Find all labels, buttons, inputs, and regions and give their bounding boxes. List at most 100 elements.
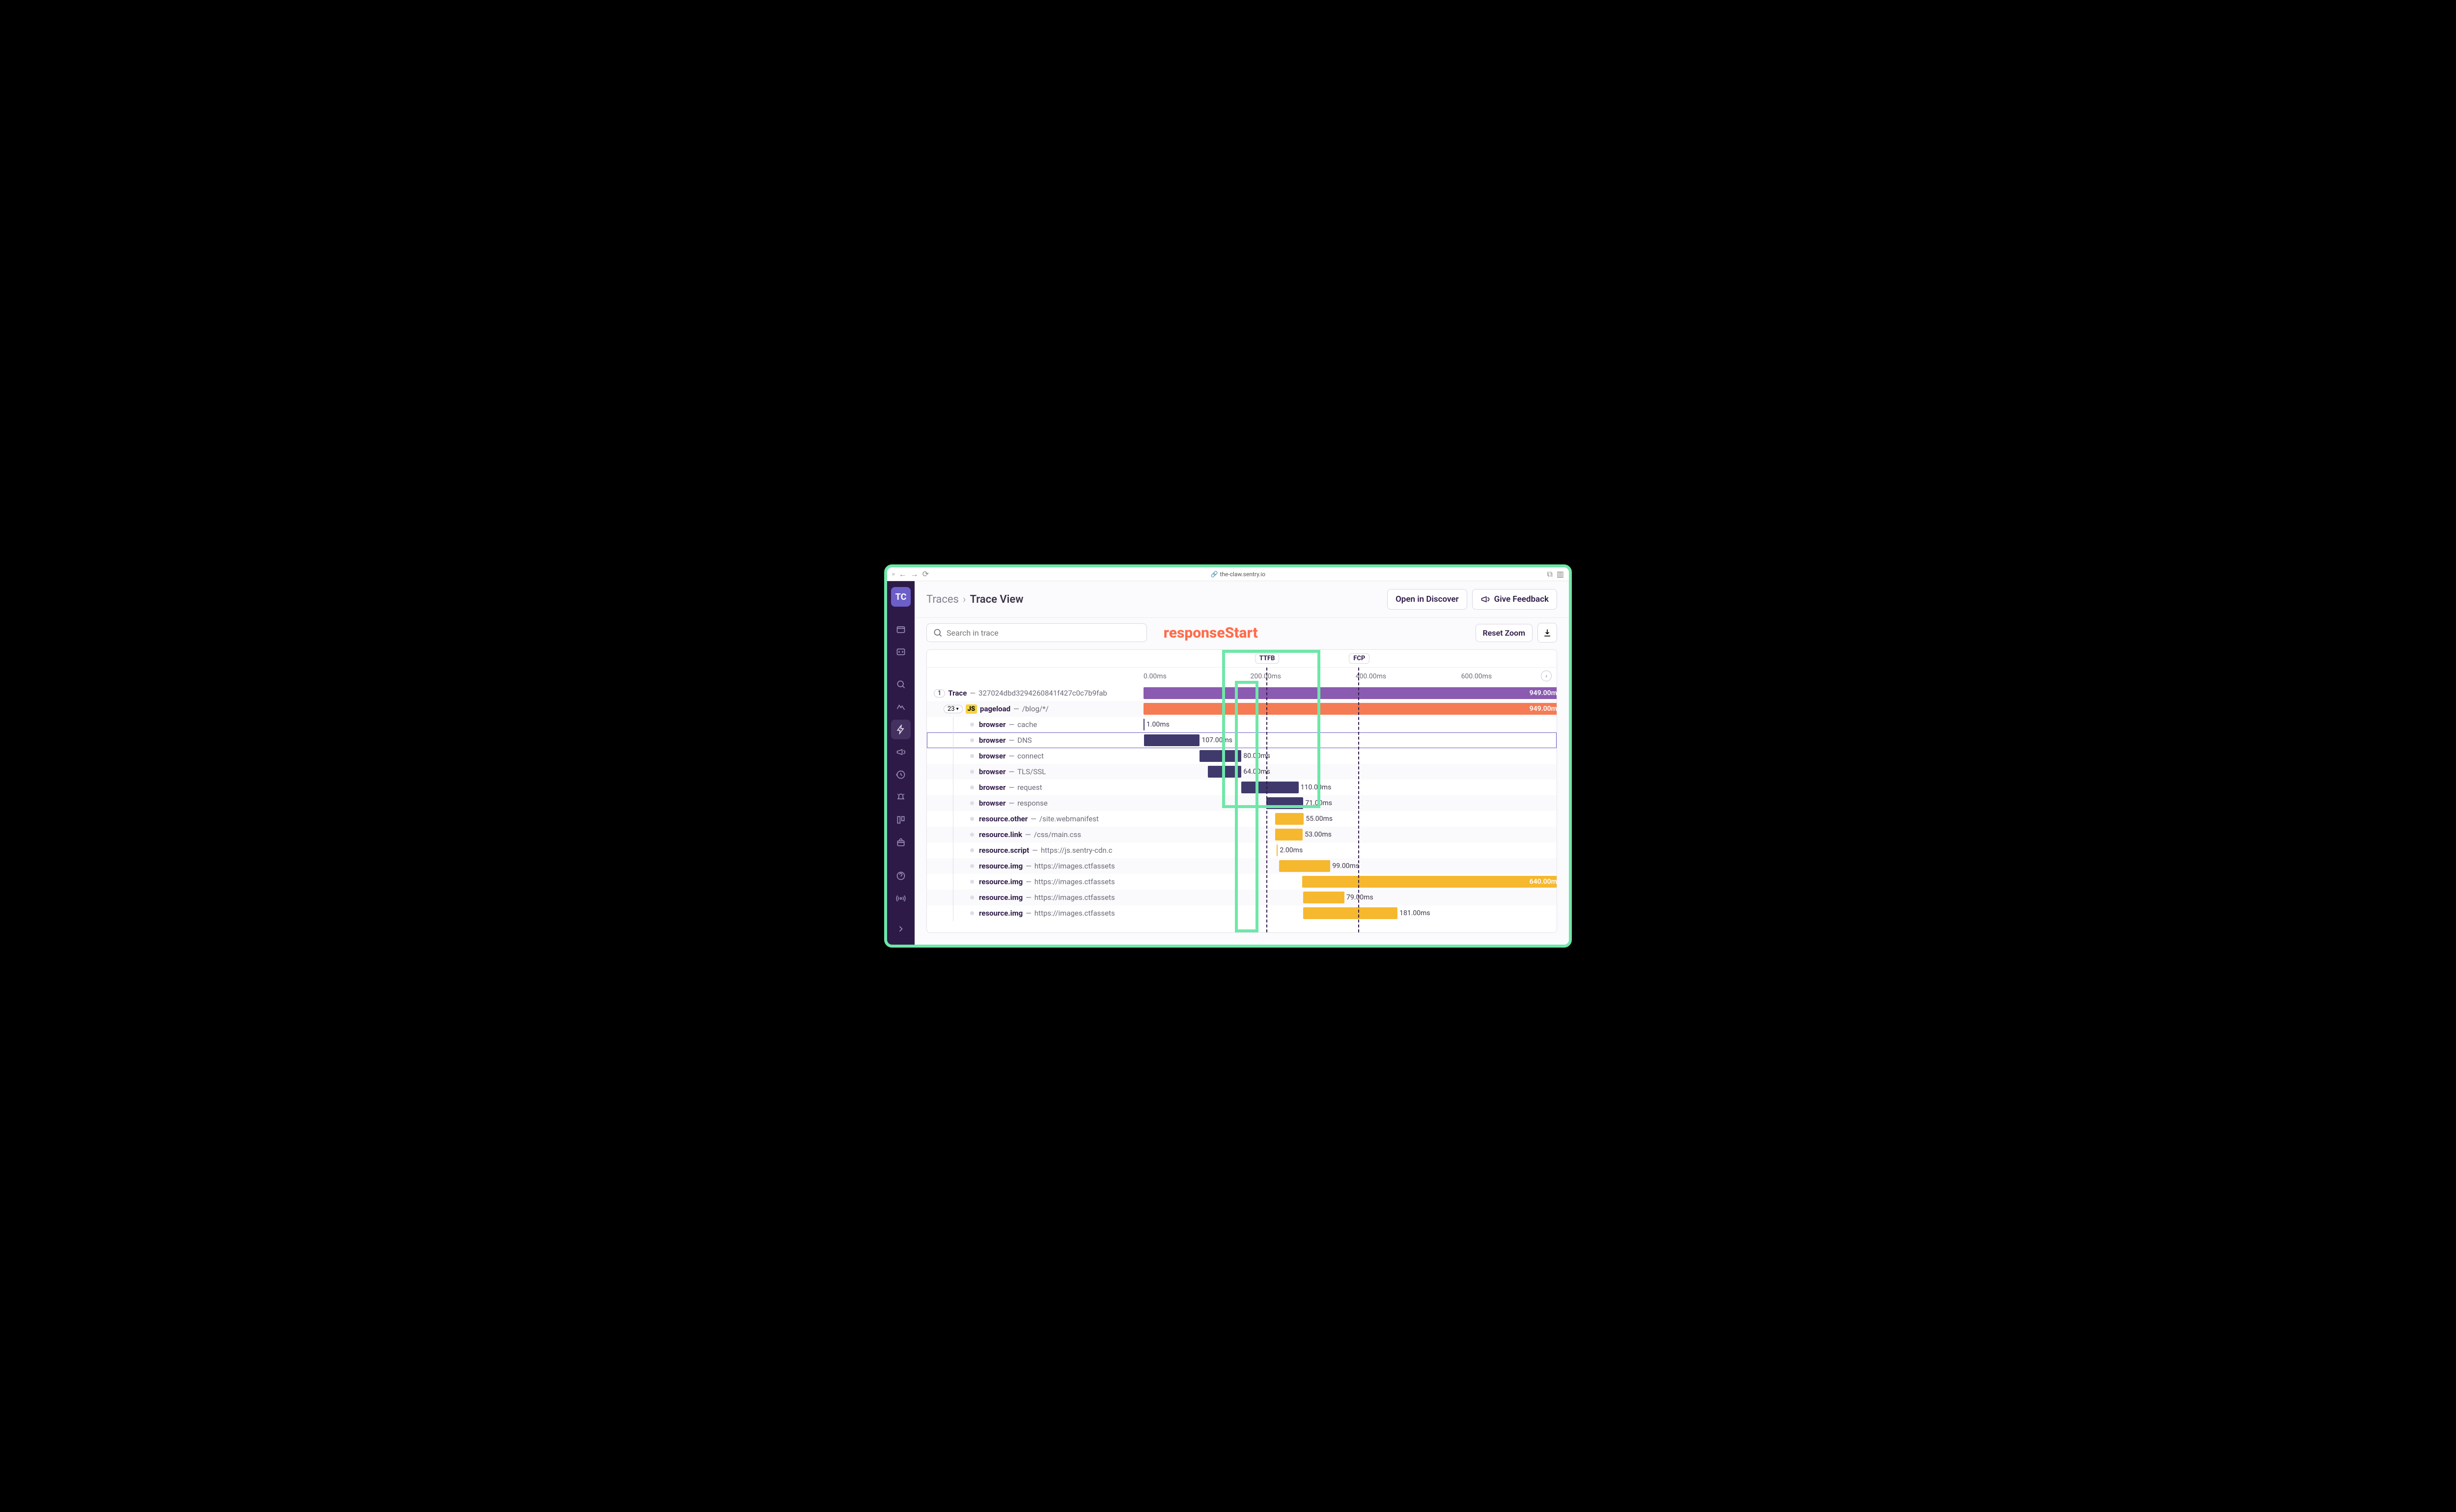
span-row[interactable]: browser—DNS107.00ms <box>927 732 1557 748</box>
megaphone-icon[interactable] <box>891 742 911 762</box>
span-bar[interactable]: 949.00ms <box>1144 687 1557 699</box>
open-in-discover-button[interactable]: Open in Discover <box>1387 589 1467 610</box>
code-icon[interactable] <box>891 642 911 662</box>
span-row[interactable]: resource.img—https://images.ctfassets79.… <box>927 890 1557 905</box>
span-timeline[interactable]: 949.00ms <box>1144 685 1557 701</box>
tabs-icon[interactable]: ▥ <box>1557 569 1564 579</box>
download-button[interactable] <box>1537 623 1557 643</box>
span-bar[interactable] <box>1144 734 1200 746</box>
child-count-badge[interactable]: 1 <box>934 689 945 698</box>
span-bar[interactable] <box>1275 829 1303 840</box>
span-row[interactable]: resource.script—https://js.sentry-cdn.c2… <box>927 842 1557 858</box>
span-row[interactable]: browser—response71.00ms <box>927 795 1557 811</box>
collapse-timeline-button[interactable]: ‹ <box>1541 671 1552 681</box>
back-icon[interactable]: ← <box>899 569 907 579</box>
leaf-dot-icon <box>970 723 974 727</box>
span-duration: 53.00ms <box>1305 831 1332 839</box>
sidebar-toggle-icon[interactable]: ▫ <box>892 569 895 579</box>
span-op: Trace <box>948 689 967 698</box>
span-row[interactable]: resource.img—https://images.ctfassets99.… <box>927 858 1557 874</box>
span-timeline[interactable]: 2.00ms <box>1144 842 1557 858</box>
span-bar[interactable] <box>1303 907 1397 919</box>
span-op: resource.img <box>979 862 1023 870</box>
span-bar[interactable] <box>1275 813 1304 825</box>
span-description: 327024dbd3294260841f427c0c7b9fab <box>978 689 1107 698</box>
vital-pill-fcp[interactable]: FCP <box>1349 653 1369 664</box>
performance-icon[interactable] <box>891 720 911 739</box>
span-row[interactable]: browser—TLS/SSL64.00ms <box>927 764 1557 780</box>
span-timeline[interactable]: 71.00ms <box>1144 795 1557 811</box>
leaf-dot-icon <box>970 864 974 868</box>
span-bar[interactable] <box>1279 860 1331 872</box>
leaf-dot-icon <box>970 896 974 899</box>
alerts-icon[interactable] <box>891 787 911 807</box>
span-timeline[interactable]: 1.00ms <box>1144 717 1557 732</box>
reset-zoom-button[interactable]: Reset Zoom <box>1476 624 1533 642</box>
vitals-row: TTFB FCP <box>927 650 1557 668</box>
span-timeline[interactable]: 55.00ms <box>1144 811 1557 827</box>
insights-icon[interactable] <box>891 697 911 717</box>
span-rows: 1Trace—327024dbd3294260841f427c0c7b9fab9… <box>927 685 1557 932</box>
breadcrumb-parent[interactable]: Traces <box>926 593 959 606</box>
span-duration: 110.00ms <box>1301 784 1332 791</box>
span-bar[interactable]: 640.00ms <box>1302 876 1557 888</box>
search-input[interactable] <box>947 628 1141 638</box>
span-bar[interactable] <box>1208 766 1241 778</box>
span-timeline[interactable]: 53.00ms <box>1144 827 1557 842</box>
span-description: response <box>1017 799 1048 808</box>
span-timeline[interactable]: 640.00ms <box>1144 874 1557 890</box>
span-bar[interactable] <box>1303 892 1344 903</box>
span-op: resource.img <box>979 893 1023 902</box>
span-bar[interactable] <box>1277 844 1278 856</box>
span-timeline[interactable]: 99.00ms <box>1144 858 1557 874</box>
collapse-sidebar-icon[interactable] <box>891 919 911 939</box>
vital-pill-ttfb[interactable]: TTFB <box>1255 653 1280 664</box>
org-logo[interactable]: TC <box>891 587 911 607</box>
span-label: browser—TLS/SSL <box>927 764 1144 780</box>
span-timeline[interactable]: 79.00ms <box>1144 890 1557 905</box>
span-timeline[interactable]: 949.00ms <box>1144 701 1557 717</box>
span-duration: 79.00ms <box>1346 894 1373 901</box>
span-row[interactable]: browser—cache1.00ms <box>927 717 1557 732</box>
axis-tick: 400.00ms <box>1356 672 1387 680</box>
search-icon[interactable] <box>891 674 911 694</box>
share-icon[interactable]: ⧉ <box>1547 569 1552 579</box>
releases-icon[interactable] <box>891 833 911 852</box>
span-timeline[interactable]: 110.00ms <box>1144 780 1557 795</box>
span-timeline[interactable]: 64.00ms <box>1144 764 1557 780</box>
span-description: https://images.ctfassets <box>1034 862 1115 870</box>
history-icon[interactable] <box>891 765 911 784</box>
span-bar[interactable] <box>1200 750 1241 762</box>
search-box[interactable] <box>926 623 1147 642</box>
dashboards-icon[interactable] <box>891 810 911 830</box>
span-description: /blog/*/ <box>1022 704 1049 713</box>
broadcast-icon[interactable] <box>891 889 911 908</box>
span-row[interactable]: 23 ▾JSpageload—/blog/*/949.00ms <box>927 701 1557 717</box>
span-timeline[interactable]: 80.00ms <box>1144 748 1557 764</box>
span-bar[interactable] <box>1241 782 1299 793</box>
span-row[interactable]: resource.link—/css/main.css53.00ms <box>927 827 1557 842</box>
help-icon[interactable] <box>891 866 911 886</box>
span-bar[interactable]: 949.00ms <box>1144 703 1557 715</box>
span-row[interactable]: resource.img—https://images.ctfassets181… <box>927 905 1557 921</box>
span-timeline[interactable]: 107.00ms <box>1144 732 1557 748</box>
span-description: https://js.sentry-cdn.c <box>1041 846 1113 855</box>
url-bar[interactable]: 🔗 the-claw.sentry.io <box>934 571 1542 578</box>
span-row[interactable]: browser—connect80.00ms <box>927 748 1557 764</box>
megaphone-icon <box>1480 594 1490 604</box>
link-icon: 🔗 <box>1210 571 1218 578</box>
projects-icon[interactable] <box>891 619 911 639</box>
span-label: resource.img—https://images.ctfassets <box>927 874 1144 890</box>
span-timeline[interactable]: 181.00ms <box>1144 905 1557 921</box>
span-row[interactable]: resource.other—/site.webmanifest55.00ms <box>927 811 1557 827</box>
span-duration: 55.00ms <box>1306 815 1333 823</box>
span-row[interactable]: 1Trace—327024dbd3294260841f427c0c7b9fab9… <box>927 685 1557 701</box>
span-label: resource.img—https://images.ctfassets <box>927 858 1144 874</box>
child-count-badge[interactable]: 23 ▾ <box>944 705 963 713</box>
reload-icon[interactable]: ⟳ <box>922 569 929 579</box>
give-feedback-button[interactable]: Give Feedback <box>1472 589 1557 610</box>
span-row[interactable]: resource.img—https://images.ctfassets 640… <box>927 874 1557 890</box>
span-row[interactable]: browser—request110.00ms <box>927 780 1557 795</box>
span-bar[interactable] <box>1266 797 1303 809</box>
forward-icon[interactable]: → <box>911 569 919 579</box>
